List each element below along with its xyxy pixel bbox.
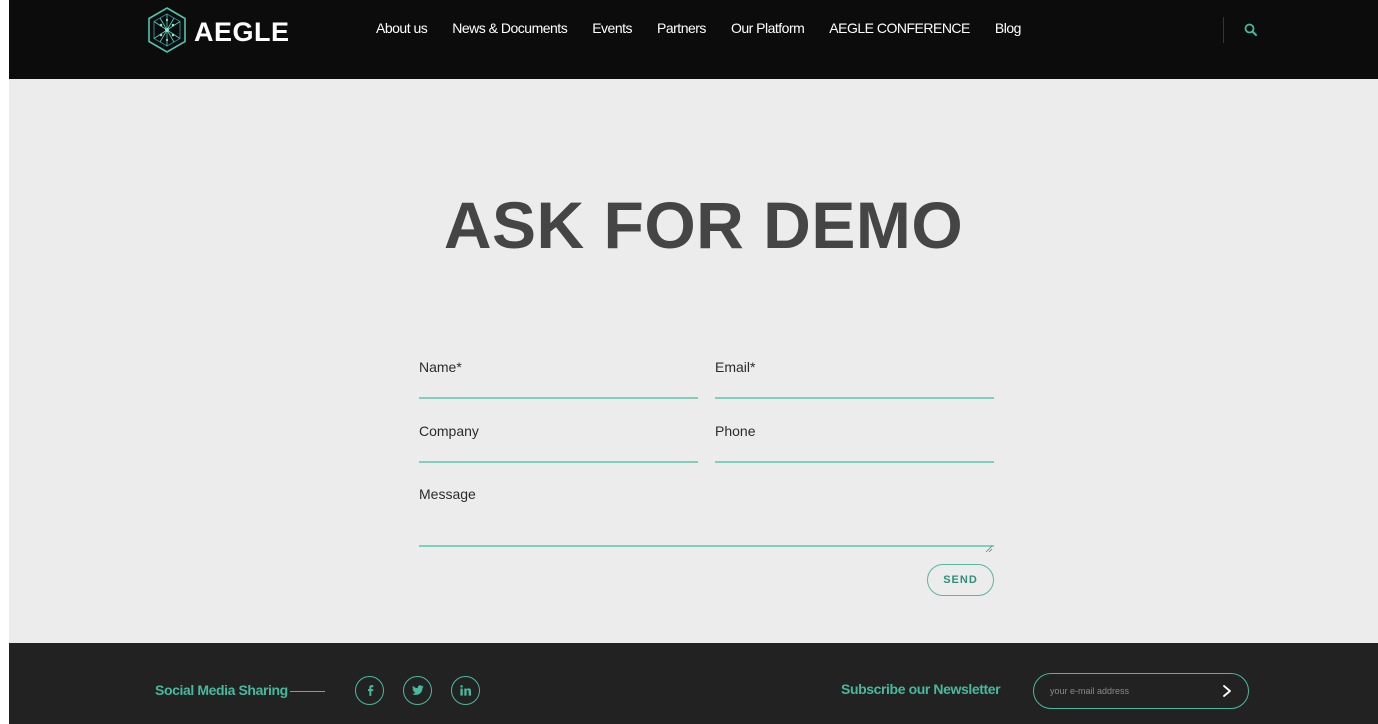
demo-request-section: ASK FOR DEMO Name* Email* Company Phone …: [9, 79, 1378, 643]
site-header: AEGLE About us News & Documents Events P…: [9, 0, 1378, 79]
nav-aegle-conference[interactable]: AEGLE CONFERENCE: [829, 20, 970, 36]
nav-our-platform[interactable]: Our Platform: [731, 20, 805, 36]
email-field[interactable]: [715, 381, 994, 399]
main-nav: About us News & Documents Events Partner…: [376, 20, 1046, 36]
social-media-label: Social Media Sharing: [155, 682, 288, 698]
message-label: Message: [419, 486, 476, 502]
message-field[interactable]: [419, 508, 994, 547]
nav-blog[interactable]: Blog: [995, 20, 1022, 36]
hexagon-logo-icon: [146, 6, 188, 59]
page-title: ASK FOR DEMO: [443, 188, 964, 262]
newsletter-label: Subscribe our Newsletter: [841, 681, 1001, 697]
social-divider-line: [290, 691, 325, 692]
company-label: Company: [419, 423, 479, 439]
name-field-group: Name*: [419, 359, 698, 411]
send-button[interactable]: SEND: [927, 564, 994, 596]
company-field-group: Company: [419, 423, 698, 475]
logo[interactable]: AEGLE: [146, 6, 290, 59]
resize-grip-icon[interactable]: [985, 545, 993, 553]
logo-text: AEGLE: [194, 17, 290, 47]
newsletter-email-input[interactable]: [1050, 683, 1210, 699]
name-field[interactable]: [419, 381, 698, 399]
search-icon[interactable]: [1242, 21, 1260, 39]
message-field-group: Message: [419, 486, 994, 554]
linkedin-icon[interactable]: [451, 676, 480, 705]
twitter-icon[interactable]: [403, 676, 432, 705]
nav-about-us[interactable]: About us: [376, 20, 428, 36]
newsletter-form: [1033, 673, 1249, 709]
site-footer: Social Media Sharing Subscribe our Newsl…: [9, 643, 1378, 724]
nav-divider: [1223, 17, 1224, 43]
phone-field-group: Phone: [715, 423, 994, 475]
nav-news-documents[interactable]: News & Documents: [452, 20, 567, 36]
nav-events[interactable]: Events: [592, 20, 632, 36]
company-field[interactable]: [419, 445, 698, 463]
page: AEGLE About us News & Documents Events P…: [9, 0, 1378, 724]
chevron-right-icon[interactable]: [1220, 683, 1234, 699]
phone-label: Phone: [715, 423, 756, 439]
nav-partners[interactable]: Partners: [657, 20, 706, 36]
phone-field[interactable]: [715, 445, 994, 463]
email-field-group: Email*: [715, 359, 994, 411]
name-label: Name*: [419, 359, 462, 375]
facebook-icon[interactable]: [355, 676, 384, 705]
email-label: Email*: [715, 359, 756, 375]
